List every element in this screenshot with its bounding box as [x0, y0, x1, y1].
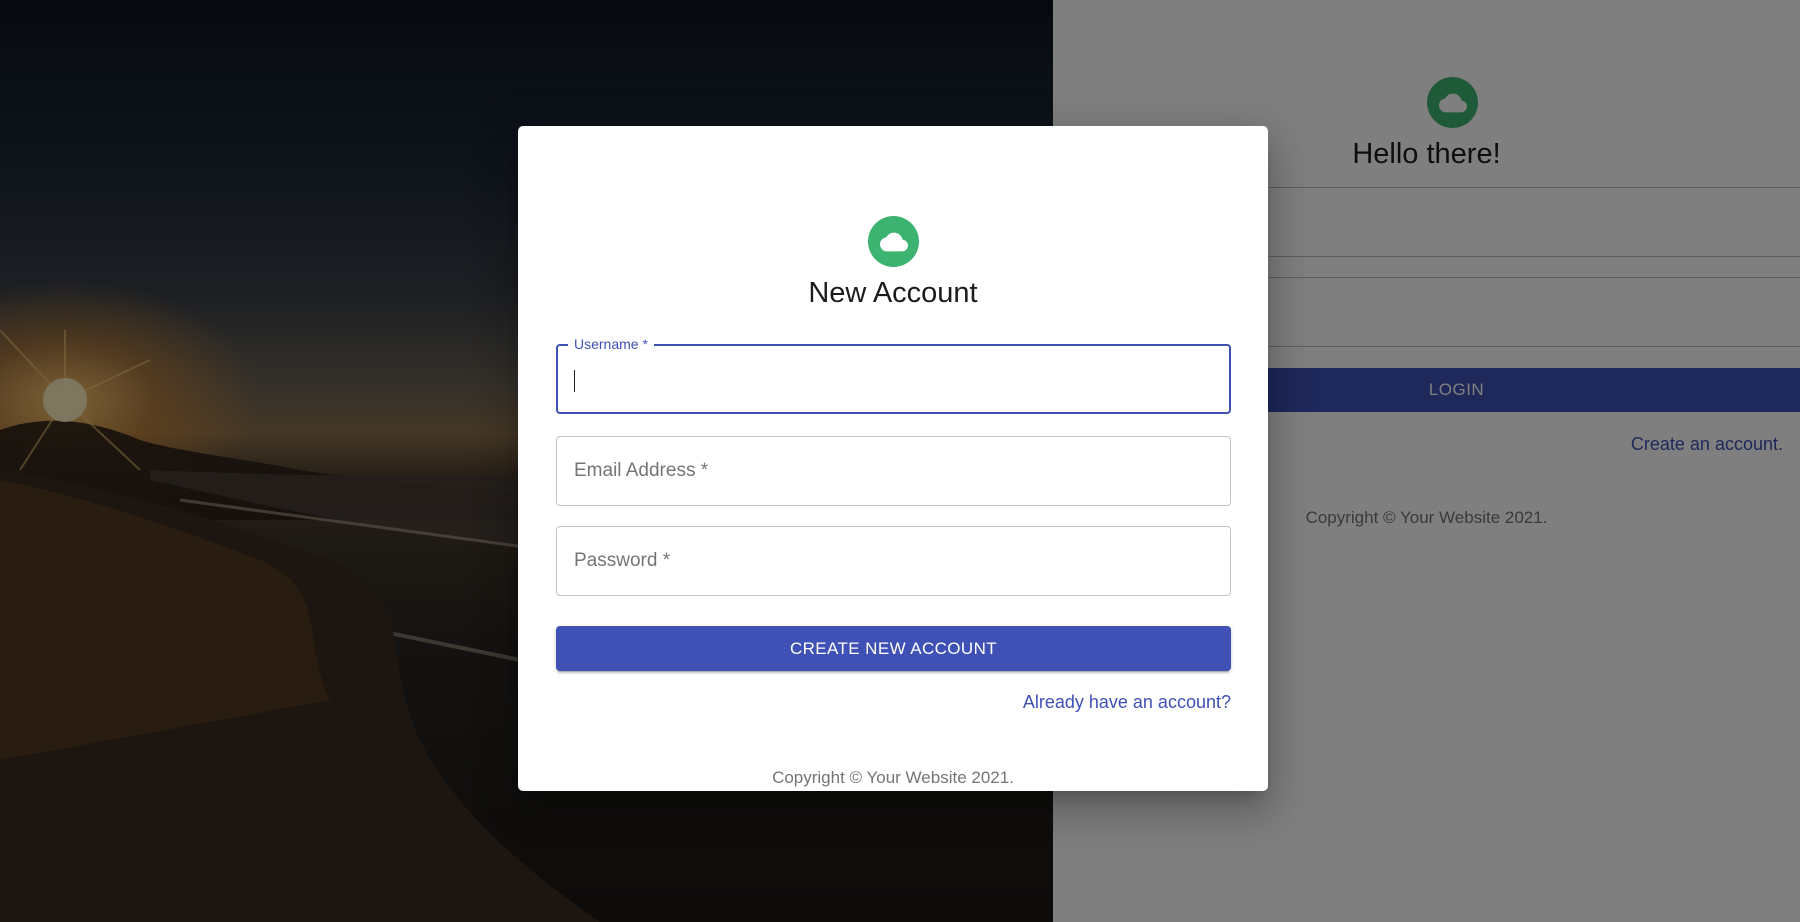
text-caret [574, 370, 575, 392]
username-label: Username * [568, 336, 654, 352]
username-field[interactable]: Username * [556, 336, 1231, 414]
create-account-button[interactable]: CREATE NEW ACCOUNT [556, 626, 1231, 671]
email-placeholder: Email Address * [574, 460, 709, 481]
dialog-avatar [868, 216, 919, 267]
email-field[interactable]: Email Address * [556, 436, 1231, 506]
new-account-dialog: New Account Username * Email Address * P… [518, 126, 1268, 791]
page: Hello there! LOGIN Create an account. Co… [0, 0, 1800, 922]
cloud-icon [879, 232, 908, 251]
password-field[interactable]: Password * [556, 526, 1231, 596]
dialog-copyright: Copyright © Your Website 2021. [772, 768, 1014, 787]
password-placeholder: Password * [574, 550, 671, 571]
already-have-account-link[interactable]: Already have an account? [1023, 692, 1231, 713]
dialog-title: New Account [808, 277, 978, 309]
